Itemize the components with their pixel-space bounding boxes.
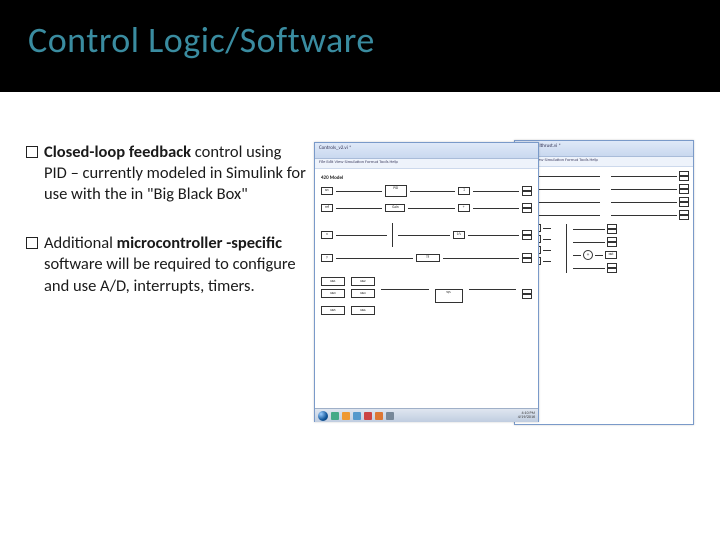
model-label: 420 Model <box>321 175 532 181</box>
bullet-2-pre: Additional <box>44 233 117 253</box>
bullet-2: Additional microcontroller -specific sof… <box>26 233 306 296</box>
bullet-1: Closed-loop feedback control using PID –… <box>26 142 306 205</box>
task-icon <box>353 412 361 420</box>
task-icon <box>386 412 394 420</box>
content-area: Closed-loop feedback control using PID –… <box>0 92 720 442</box>
task-icon <box>375 412 383 420</box>
bullet-column: Closed-loop feedback control using PID –… <box>26 142 306 442</box>
simulink-window-back: control_allthrust.vi * File Edit View Si… <box>514 140 694 425</box>
simulink-canvas: in1 in2 in3 in4 a b c d <box>515 167 693 406</box>
simulink-window-front: Controls_v2.vi * File Edit View Simulati… <box>314 142 539 422</box>
bullet-2-text: Additional microcontroller -specific sof… <box>44 233 306 296</box>
windows-taskbar: 4:10 PM 4/19/2016 <box>315 408 538 422</box>
bullet-marker-icon <box>26 237 38 249</box>
bullet-1-bold: Closed-loop feedback <box>44 142 191 162</box>
simulink-canvas: 420 Model src PID Σ ref Gain + x 1/s <box>315 169 538 403</box>
slide-title: Control Logic/Software <box>28 18 720 62</box>
bullet-1-text: Closed-loop feedback control using PID –… <box>44 142 306 205</box>
bullet-2-rest: software will be required to configure a… <box>44 254 296 295</box>
taskbar-date: 4/19/2016 <box>518 416 535 420</box>
task-icon <box>342 412 350 420</box>
window-menubar: File Edit View Simulation Format Tools H… <box>315 159 538 169</box>
window-menubar: File Edit View Simulation Format Tools H… <box>515 157 693 167</box>
bullet-2-bold: microcontroller -specific <box>117 233 282 253</box>
task-icon <box>364 412 372 420</box>
start-orb-icon <box>318 411 328 421</box>
window-titlebar: Controls_v2.vi * <box>315 143 538 159</box>
title-bar: Control Logic/Software <box>0 0 720 92</box>
bullet-marker-icon <box>26 146 38 158</box>
window-titlebar: control_allthrust.vi * <box>515 141 693 157</box>
screenshots-column: control_allthrust.vi * File Edit View Si… <box>314 142 710 442</box>
taskbar-clock: 4:10 PM 4/19/2016 <box>518 412 535 420</box>
task-icon <box>331 412 339 420</box>
